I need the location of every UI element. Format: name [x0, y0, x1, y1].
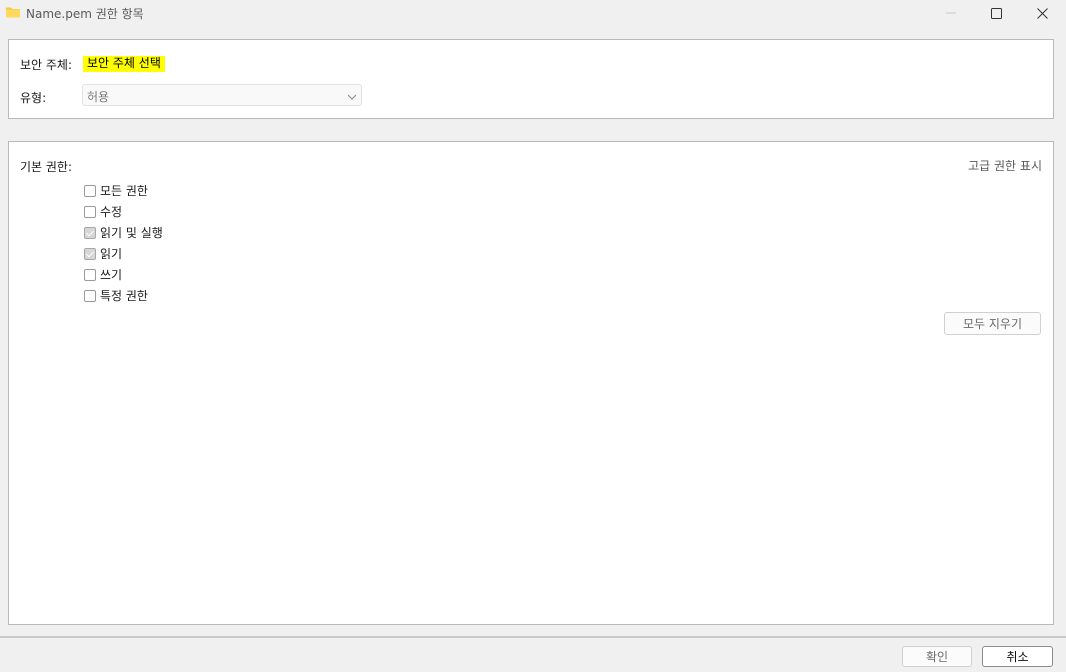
permission-item[interactable]: 읽기 및 실행: [84, 222, 163, 243]
footer-divider: [0, 636, 1066, 638]
type-label: 유형:: [20, 91, 47, 105]
close-icon: [1036, 7, 1048, 19]
type-select-value: 허용: [87, 90, 110, 104]
permission-item[interactable]: 수정: [84, 201, 163, 222]
permissions-panel: [8, 141, 1054, 625]
principal-label: 보안 주체:: [20, 58, 73, 72]
permission-item[interactable]: 쓰기: [84, 264, 163, 285]
folder-icon: [5, 4, 21, 20]
checkbox[interactable]: [84, 247, 96, 260]
maximize-button[interactable]: [973, 0, 1019, 26]
minimize-icon: [946, 8, 956, 18]
checkbox[interactable]: [84, 205, 96, 218]
permission-list: 모든 권한 수정 읽기 및 실행 읽기 쓰기 특정 권한: [84, 180, 163, 306]
checkbox[interactable]: [84, 184, 96, 197]
checkbox[interactable]: [84, 226, 96, 239]
checkbox[interactable]: [84, 268, 96, 281]
permission-label: 읽기: [100, 247, 123, 261]
permission-label: 모든 권한: [100, 184, 148, 198]
select-principal-link[interactable]: 보안 주체 선택: [83, 56, 165, 72]
window-title: Name.pem 권한 항목: [26, 7, 144, 21]
checkbox[interactable]: [84, 289, 96, 302]
permission-item[interactable]: 읽기: [84, 243, 163, 264]
close-button[interactable]: [1019, 0, 1065, 26]
permission-label: 읽기 및 실행: [100, 226, 163, 240]
principal-panel: [8, 39, 1054, 119]
permission-label: 수정: [100, 205, 123, 219]
permission-label: 쓰기: [100, 268, 123, 282]
permission-item[interactable]: 모든 권한: [84, 180, 163, 201]
ok-button[interactable]: 확인: [902, 646, 972, 667]
title-bar: Name.pem 권한 항목: [0, 0, 1066, 26]
permission-item[interactable]: 특정 권한: [84, 285, 163, 306]
maximize-icon: [990, 7, 1002, 19]
clear-all-button[interactable]: 모두 지우기: [944, 312, 1041, 335]
cancel-button[interactable]: 취소: [982, 646, 1053, 667]
chevron-down-icon: [347, 91, 357, 101]
type-select[interactable]: 허용: [82, 84, 362, 106]
basic-permissions-label: 기본 권한:: [20, 160, 73, 174]
show-advanced-permissions-link[interactable]: 고급 권한 표시: [968, 157, 1042, 174]
minimize-button[interactable]: [928, 0, 974, 26]
permission-label: 특정 권한: [100, 289, 148, 303]
